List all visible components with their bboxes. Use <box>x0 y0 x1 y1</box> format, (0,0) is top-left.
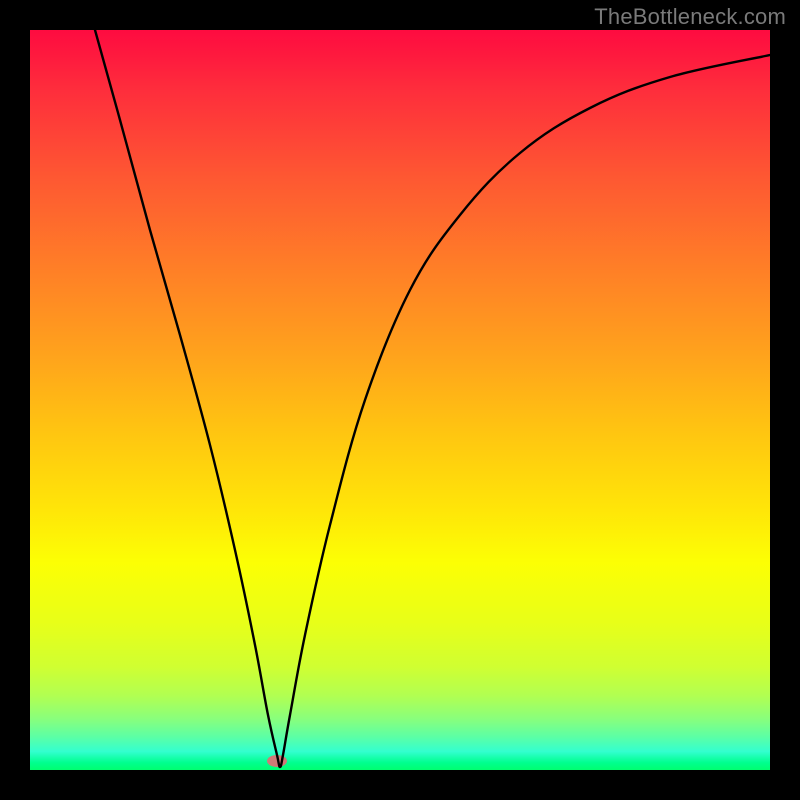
watermark-text: TheBottleneck.com <box>594 4 786 30</box>
curve-overlay <box>30 30 770 770</box>
bottleneck-curve <box>95 30 770 767</box>
